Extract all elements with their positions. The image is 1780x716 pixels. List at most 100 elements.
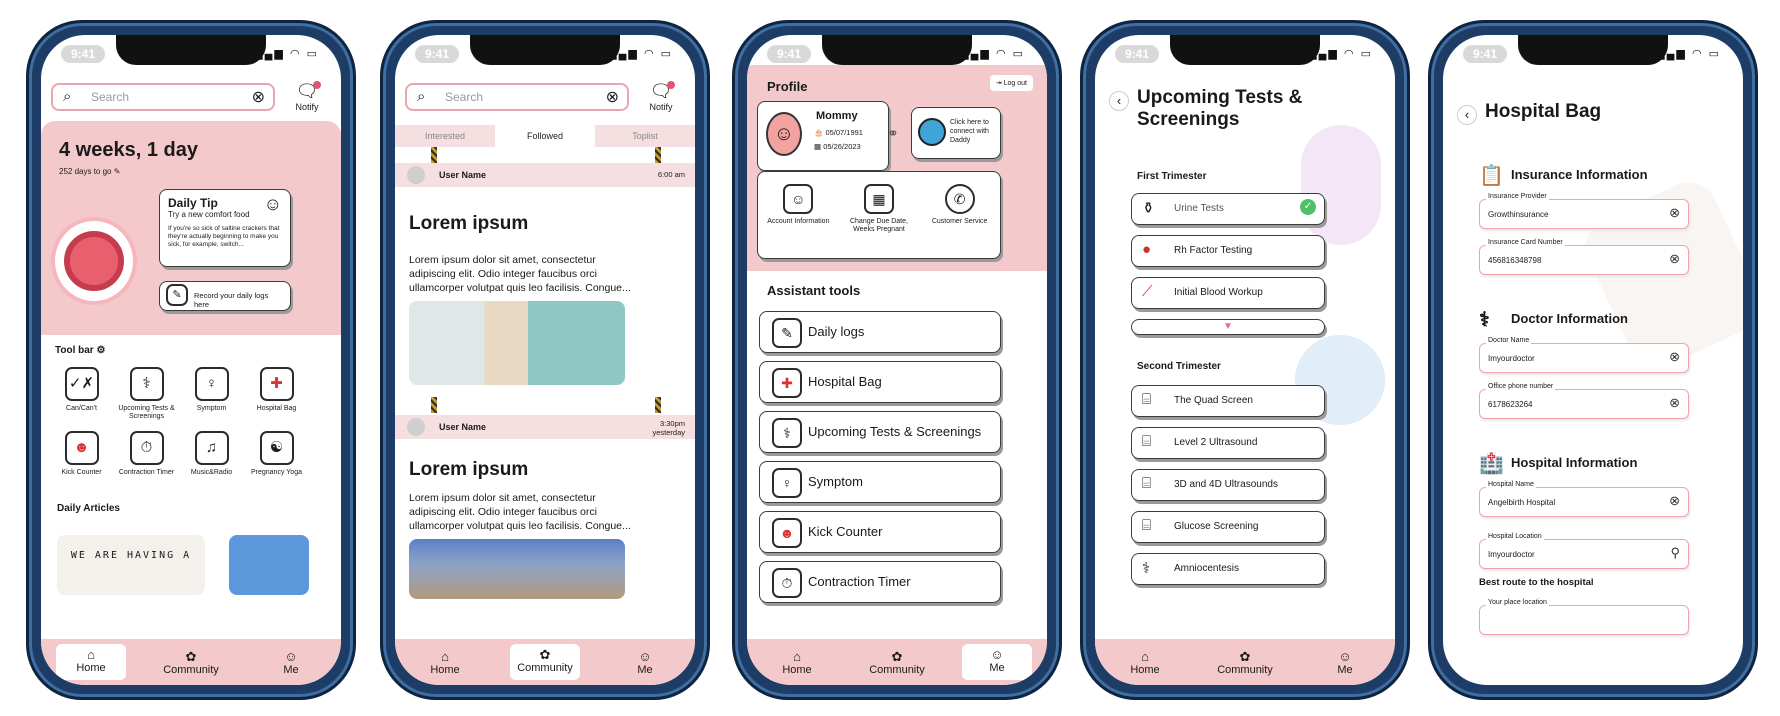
field-value: Growthinsurance [1488, 210, 1549, 219]
gear-icon[interactable]: ⚙ [96, 345, 105, 356]
your-place-field[interactable]: Your place location [1479, 599, 1689, 635]
tab-followed[interactable]: Followed [495, 125, 595, 147]
post-time: 6:00 am [657, 170, 685, 179]
tool-contraction-timer[interactable]: ⏱ Contraction Timer [114, 431, 179, 477]
notify-label: Notify [649, 102, 673, 112]
assistant-daily-logs[interactable]: ✎ Daily logs [759, 311, 1001, 353]
tool-kick-counter[interactable]: ☻ Kick Counter [49, 431, 114, 477]
tool-tests[interactable]: ⚕ Upcoming Tests & Screenings [114, 367, 179, 421]
tool-hospital-bag[interactable]: ✚ Hospital Bag [244, 367, 309, 421]
community-icon: ✿ [1239, 649, 1251, 664]
hospital-name-field[interactable]: Hospital Name Angelbirth Hospital ⊗ [1479, 481, 1689, 517]
location-pin-icon[interactable]: ⚲ [1670, 545, 1680, 561]
insurance-provider-field[interactable]: Insurance Provider Growthinsurance ⊗ [1479, 193, 1689, 229]
page-title: Upcoming Tests & Screenings [1137, 87, 1303, 130]
logout-label: Log out [1003, 80, 1027, 87]
show-more-button[interactable]: ▼ [1131, 319, 1325, 335]
notify-button[interactable]: 🗨 Notify [641, 81, 681, 112]
test-rh-factor[interactable]: ● Rh Factor Testing [1131, 235, 1325, 267]
tab-interested[interactable]: Interested [395, 125, 495, 147]
nav-community[interactable]: ✿ Community [510, 644, 580, 680]
search-input[interactable]: ⌕ Search ⊗ [405, 83, 629, 111]
field-label: Hospital Location [1486, 533, 1544, 540]
post-body: Lorem ipsum dolor sit amet, consectetur … [409, 254, 631, 294]
clear-icon[interactable]: ⊗ [606, 87, 619, 107]
assistant-tests[interactable]: ⚕ Upcoming Tests & Screenings [759, 411, 1001, 453]
clear-icon[interactable]: ⊗ [1669, 349, 1680, 365]
post-user-name[interactable]: User Name [439, 170, 486, 180]
hospital-location-field[interactable]: Hospital Location Imyourdoctor ⚲ [1479, 533, 1689, 569]
days-to-go: 252 days to go ✎ [59, 167, 120, 176]
avatar-icon: ☺ [1338, 649, 1352, 664]
test-amniocentesis[interactable]: ⚕ Amniocentesis [1131, 553, 1325, 585]
tool-music-radio[interactable]: ♫ Music&Radio [179, 431, 244, 477]
customer-service-button[interactable]: ✆ Customer Service [925, 184, 995, 258]
assistant-tools-title: Assistant tools [767, 283, 861, 298]
connect-daddy-button[interactable]: Click here to connect with Daddy [911, 107, 1001, 159]
nav-community[interactable]: ✿ Community [156, 648, 226, 677]
tab-toplist[interactable]: Toplist [595, 125, 695, 147]
clear-icon[interactable]: ⊗ [1669, 395, 1680, 411]
post-title[interactable]: Lorem ipsum [409, 459, 528, 481]
link-icon: ⚭ [887, 125, 899, 141]
notify-button[interactable]: 🗨 Notify [287, 81, 327, 112]
avatar[interactable] [407, 418, 425, 436]
test-level2-ultrasound[interactable]: ⌸ Level 2 Ultrasound [1131, 427, 1325, 459]
logout-button[interactable]: ⇥ Log out [989, 75, 1033, 91]
bottom-nav: ⌂ Home ✿ Community ☺ Me [395, 639, 695, 685]
search-placeholder: Search [445, 90, 484, 104]
test-glucose[interactable]: ⌸ Glucose Screening [1131, 511, 1325, 543]
nav-me[interactable]: ☺ Me [256, 648, 326, 677]
test-urine[interactable]: ⚱ Urine Tests ✓ [1131, 193, 1325, 225]
search-input[interactable]: ⌕ Search ⊗ [51, 83, 275, 111]
avatar[interactable] [407, 166, 425, 184]
post-image[interactable] [409, 301, 625, 385]
section-title-text: Insurance Information [1511, 167, 1648, 182]
doctor-name-field[interactable]: Doctor Name Imyourdoctor ⊗ [1479, 337, 1689, 373]
tool-can-cant[interactable]: ✓✗ Can/Can't [49, 367, 114, 421]
nav-community[interactable]: ✿ Community [1210, 648, 1280, 677]
nav-community[interactable]: ✿ Community [862, 648, 932, 677]
daily-tip-card[interactable]: Daily Tip Try a new comfort food If you'… [159, 189, 291, 267]
insurance-card-field[interactable]: Insurance Card Number 456816348798 ⊗ [1479, 239, 1689, 275]
back-icon[interactable]: ‹ [1457, 105, 1477, 125]
back-icon[interactable]: ‹ [1109, 91, 1129, 111]
nav-home[interactable]: ⌂ Home [56, 644, 126, 680]
clear-icon[interactable]: ⊗ [252, 87, 265, 107]
account-information-button[interactable]: ☺ Account Information [763, 184, 833, 258]
nav-home[interactable]: ⌂ Home [762, 648, 832, 677]
nav-home[interactable]: ⌂ Home [410, 648, 480, 677]
post-image[interactable] [409, 539, 625, 599]
nav-me[interactable]: ☺ Me [962, 644, 1032, 680]
nav-me[interactable]: ☺ Me [1310, 648, 1380, 677]
assistant-contraction-timer[interactable]: ⏱ Contraction Timer [759, 561, 1001, 603]
assistant-symptom[interactable]: ♀ Symptom [759, 461, 1001, 503]
test-initial-blood[interactable]: ⟋ Initial Blood Workup [1131, 277, 1325, 309]
test-quad-screen[interactable]: ⌸ The Quad Screen [1131, 385, 1325, 417]
clear-icon[interactable]: ⊗ [1669, 493, 1680, 509]
edit-icon[interactable]: ✎ [114, 167, 121, 176]
mom-profile-card[interactable]: ☺ Mommy 🎂 05/07/1991 ▦ 05/26/2023 [757, 101, 889, 171]
music-radio-icon: ♫ [194, 431, 229, 465]
post-title[interactable]: Lorem ipsum [409, 213, 528, 235]
change-due-date-button[interactable]: ▦ Change Due Date, Weeks Pregnant [844, 184, 914, 258]
clear-icon[interactable]: ⊗ [1669, 205, 1680, 221]
ultrasound-icon: ⌸ [1142, 391, 1152, 408]
article-card[interactable]: WE ARE HAVING A [57, 535, 205, 595]
nav-home[interactable]: ⌂ Home [1110, 648, 1180, 677]
assistant-kick-counter[interactable]: ☻ Kick Counter [759, 511, 1001, 553]
test-3d4d-ultrasound[interactable]: ⌸ 3D and 4D Ultrasounds [1131, 469, 1325, 501]
clear-icon[interactable]: ⊗ [1669, 251, 1680, 267]
article-card[interactable] [229, 535, 309, 595]
nav-label: Community [869, 664, 925, 676]
nav-me[interactable]: ☺ Me [610, 648, 680, 677]
tool-pregnancy-yoga[interactable]: ☯ Pregnancy Yoga [244, 431, 309, 477]
connect-daddy-label: Click here to connect with Daddy [950, 119, 989, 144]
record-logs-button[interactable]: ✎ Record your daily logs here [159, 281, 291, 311]
profile-name: Mommy [816, 110, 858, 122]
notification-dot [667, 81, 675, 89]
post-user-name[interactable]: User Name [439, 422, 486, 432]
tool-symptom[interactable]: ♀ Symptom [179, 367, 244, 421]
office-phone-field[interactable]: Office phone number 6178623264 ⊗ [1479, 383, 1689, 419]
assistant-hospital-bag[interactable]: ✚ Hospital Bag [759, 361, 1001, 403]
